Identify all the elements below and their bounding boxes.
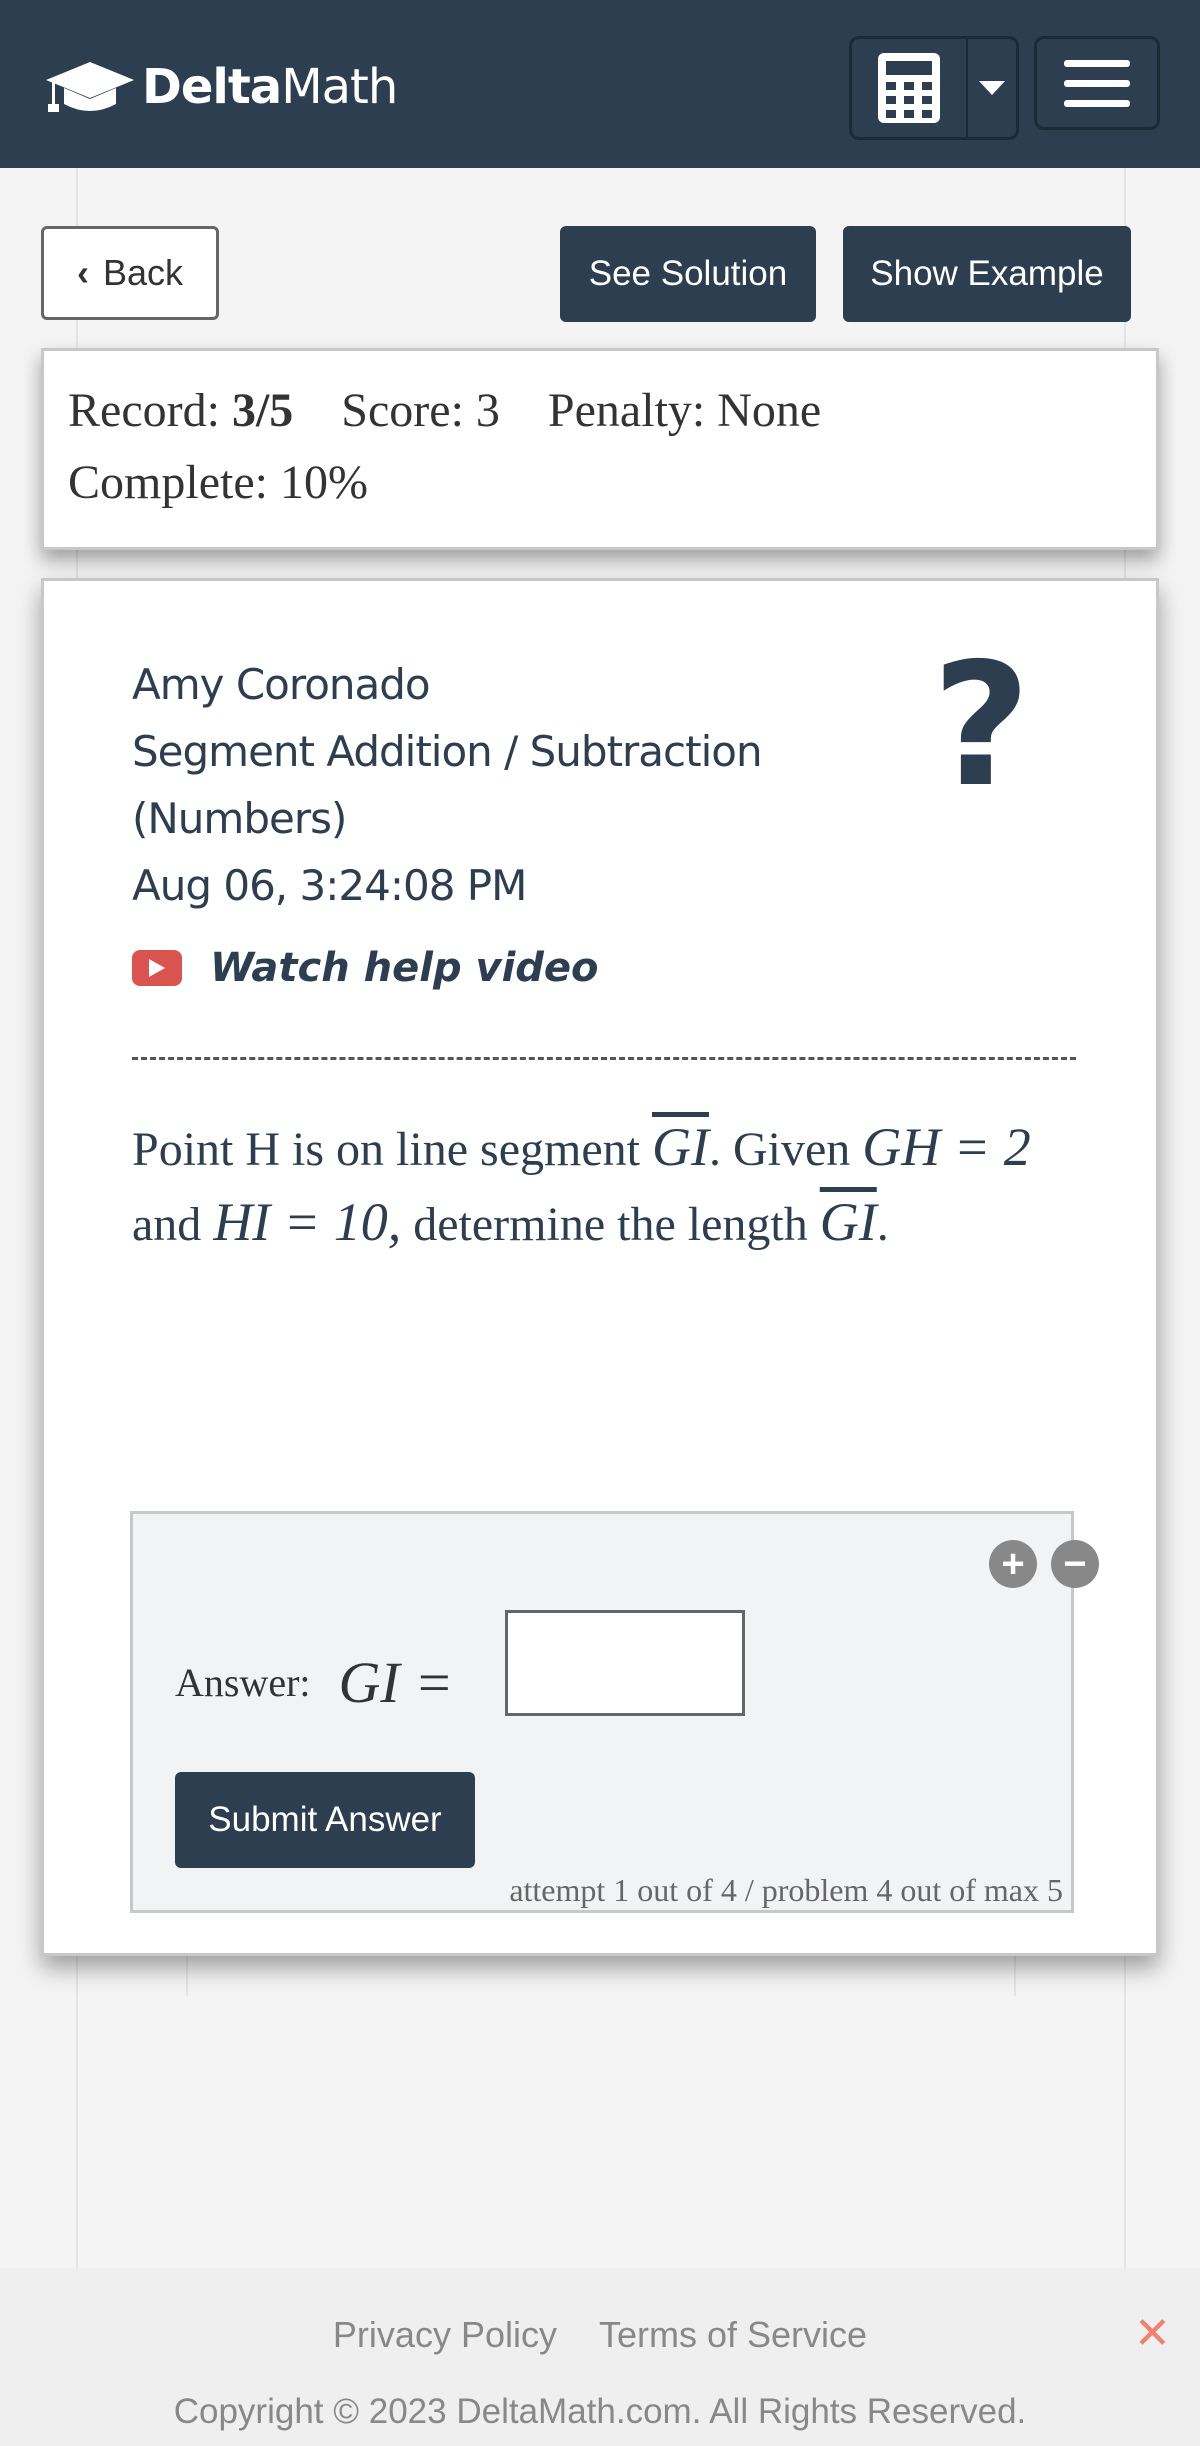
record-value: 3/5: [231, 384, 294, 437]
hamburger-bar: [1064, 99, 1130, 107]
see-solution-button[interactable]: See Solution: [560, 226, 816, 322]
top-navbar: DeltaMath: [0, 0, 1200, 168]
score-value: 3: [475, 384, 500, 437]
background-line: [1014, 1956, 1016, 1996]
record-label: Record:: [68, 384, 220, 437]
watch-help-video-label: Watch help video: [210, 945, 599, 991]
penalty-value: None: [717, 384, 822, 437]
question-part: Point H is on line segment: [132, 1123, 652, 1176]
timestamp: Aug 06, 3:24:08 PM: [132, 861, 527, 910]
question-part: and: [132, 1198, 214, 1251]
equation-gh: GH = 2: [862, 1117, 1031, 1177]
back-button[interactable]: ‹ Back: [41, 226, 219, 320]
terms-of-service-link[interactable]: Terms of Service: [599, 2314, 867, 2355]
answer-expression: GI =: [338, 1649, 454, 1715]
equation-hi: HI = 10,: [213, 1192, 402, 1252]
caret-down-icon[interactable]: [968, 39, 1016, 137]
privacy-policy-link[interactable]: Privacy Policy: [333, 2314, 557, 2355]
answer-label: Answer:: [175, 1659, 311, 1705]
complete-label: Complete:: [68, 456, 268, 509]
complete-value: 10%: [279, 456, 368, 509]
question-text: Point H is on line segment GI. Given GH …: [132, 1111, 1076, 1261]
show-example-button[interactable]: Show Example: [843, 226, 1131, 322]
answer-input[interactable]: [505, 1610, 745, 1716]
submit-answer-button[interactable]: Submit Answer: [175, 1772, 475, 1868]
answer-panel: + − Answer: GI = Submit Answer attempt 1…: [130, 1511, 1099, 1913]
background-line: [186, 1956, 188, 1996]
record-line-2: Complete: 10%: [68, 447, 1132, 519]
hamburger-bar: [1064, 59, 1130, 67]
zoom-in-icon[interactable]: +: [989, 1540, 1037, 1588]
zoom-out-icon[interactable]: −: [1051, 1540, 1099, 1588]
record-panel: Record: 3/5 Score: 3 Penalty: None Compl…: [41, 348, 1159, 550]
watch-help-video-link[interactable]: Watch help video: [132, 945, 599, 991]
student-name: Amy Coronado: [132, 660, 431, 709]
footer-links: Privacy Policy Terms of Service: [0, 2314, 1200, 2356]
answer-label-row: Answer: GI =: [175, 1630, 453, 1734]
question-part: .: [876, 1198, 889, 1251]
brand-logo[interactable]: DeltaMath: [44, 52, 398, 122]
close-icon[interactable]: ✕: [1134, 2308, 1171, 2359]
topic-title: Segment Addition / Subtraction: [132, 727, 763, 776]
youtube-icon: [132, 950, 182, 986]
question-part: . Given: [708, 1123, 863, 1176]
footer: Privacy Policy Terms of Service ✕ Copyri…: [0, 2268, 1200, 2446]
topic-subtitle: (Numbers): [132, 794, 347, 843]
help-question-icon[interactable]: ?: [932, 641, 1031, 811]
brand-name: DeltaMath: [142, 59, 398, 115]
record-line-1: Record: 3/5 Score: 3 Penalty: None: [68, 375, 1132, 447]
hamburger-menu-button[interactable]: [1034, 36, 1160, 130]
graduation-cap-icon: [46, 62, 134, 112]
chevron-left-icon: ‹: [76, 252, 89, 293]
segment-gi: GI: [651, 1117, 709, 1177]
problem-card: Amy Coronado Segment Addition / Subtract…: [41, 578, 1159, 1956]
dashed-divider: [132, 1057, 1076, 1060]
calculator-button[interactable]: [849, 36, 1019, 140]
copyright-text: Copyright © 2023 DeltaMath.com. All Righ…: [173, 2392, 1027, 2431]
problem-meta: Amy Coronado Segment Addition / Subtract…: [132, 651, 892, 919]
attempt-counter: attempt 1 out of 4 / problem 4 out of ma…: [509, 1872, 1063, 1908]
question-part: determine the length: [401, 1198, 820, 1251]
hamburger-bar: [1064, 79, 1130, 87]
calculator-icon: [852, 39, 968, 137]
back-label: Back: [102, 252, 184, 293]
segment-gi: GI: [819, 1192, 877, 1252]
score-label: Score:: [341, 384, 464, 437]
penalty-label: Penalty:: [547, 384, 706, 437]
